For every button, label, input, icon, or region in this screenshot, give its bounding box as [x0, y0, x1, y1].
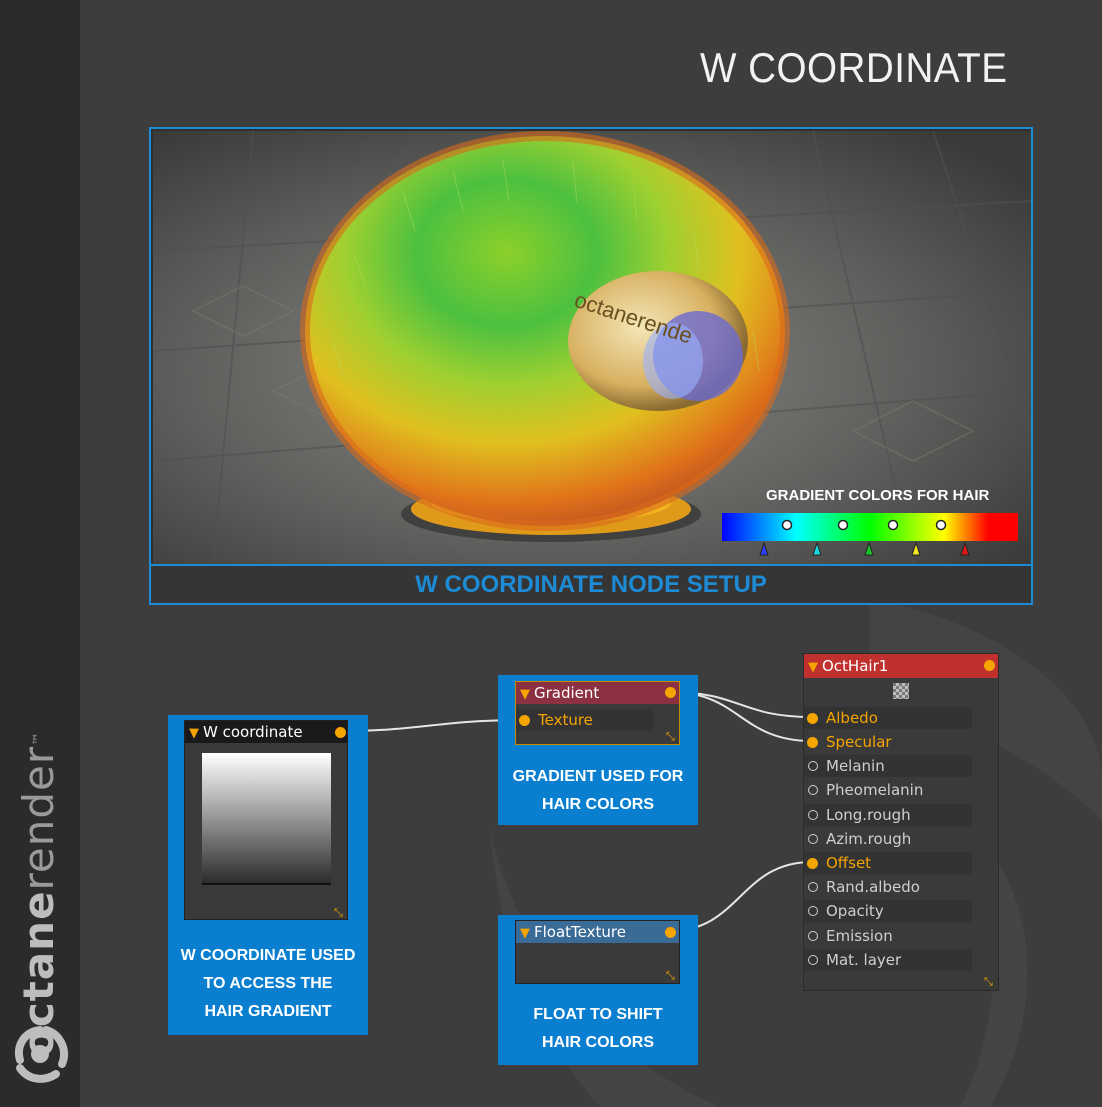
rand-albedo-port[interactable] [808, 882, 818, 892]
gradient-card: ▼ Gradient Texture ⤡ GRADIENT USED FOR HA… [498, 675, 698, 825]
pin-long-rough[interactable]: Long.rough [804, 804, 972, 826]
pin-label: Albedo [826, 709, 878, 727]
melanin-port[interactable] [808, 761, 818, 771]
expand-icon[interactable]: ⤡ [984, 976, 996, 988]
w-coordinate-card: ▼ W coordinate ⤡ W COORDINATE USED TO ACC… [168, 715, 368, 1035]
w-coordinate-caption-line-2: TO ACCESS THE [203, 975, 333, 992]
float-texture-node-header[interactable]: ▼ FloatTexture [516, 921, 679, 943]
pin-label: Azim.rough [826, 830, 912, 848]
pin-emission[interactable]: Emission [804, 925, 972, 947]
gradient-output-port[interactable] [665, 687, 676, 698]
pin-label: Long.rough [826, 806, 911, 824]
hair-gradient-bar [722, 513, 1018, 541]
opacity-port[interactable] [808, 906, 818, 916]
gradient-texture-pin[interactable]: Texture [516, 709, 654, 731]
w-coordinate-caption-line-1: W COORDINATE USED [180, 947, 356, 964]
expand-icon[interactable]: ⤡ [334, 907, 346, 919]
float-texture-caption-line-1: FLOAT TO SHIFT [533, 1006, 663, 1023]
octanerender-wordmark: octanerender™ [11, 731, 67, 1057]
w-coordinate-node[interactable]: ▼ W coordinate ⤡ [184, 720, 348, 920]
material-preview-icon [893, 683, 909, 699]
oct-hair-pin-list: Albedo Specular Melanin Pheomelanin Long… [804, 707, 1000, 973]
pin-opacity[interactable]: Opacity [804, 900, 972, 922]
collapse-triangle-icon[interactable]: ▼ [520, 684, 530, 706]
pin-rand-albedo[interactable]: Rand.albedo [804, 876, 972, 898]
emission-port[interactable] [808, 931, 818, 941]
float-texture-output-port[interactable] [665, 927, 676, 938]
octane-logo-icon [15, 1026, 68, 1083]
float-texture-caption-line-2: HAIR COLORS [542, 1034, 654, 1051]
pin-mat-layer[interactable]: Mat. layer [804, 949, 972, 971]
w-coordinate-node-header[interactable]: ▼ W coordinate [185, 721, 347, 743]
pin-label: Pheomelanin [826, 781, 924, 799]
gradient-colors-label: GRADIENT COLORS FOR HAIR [766, 487, 990, 504]
pin-offset[interactable]: Offset [804, 852, 972, 874]
gradient-node-title: Gradient [534, 684, 600, 702]
texture-pin-label: Texture [538, 711, 593, 729]
oct-hair-node-header[interactable]: ▼ OctHair1 [804, 654, 998, 678]
expand-icon[interactable]: ⤡ [666, 970, 678, 982]
w-coordinate-node-title: W coordinate [203, 723, 303, 741]
collapse-triangle-icon[interactable]: ▼ [189, 723, 199, 745]
mat-layer-port[interactable] [808, 955, 818, 965]
render-preview-frame: octanerende W COORDINATE NODE SETUP [149, 127, 1033, 605]
pin-albedo[interactable]: Albedo [804, 707, 972, 729]
pin-label: Opacity [826, 902, 884, 920]
oct-hair-node[interactable]: ▼ OctHair1 Albedo Specular Melanin Pheome… [803, 653, 999, 991]
trademark-mark: ™ [31, 730, 47, 746]
pin-label: Melanin [826, 757, 885, 775]
pin-label: Emission [826, 927, 893, 945]
pin-pheomelanin[interactable]: Pheomelanin [804, 779, 972, 801]
float-texture-node-title: FloatTexture [534, 923, 626, 941]
pheomelanin-port[interactable] [808, 785, 818, 795]
pin-melanin[interactable]: Melanin [804, 755, 972, 777]
oct-hair-node-title: OctHair1 [822, 657, 889, 675]
w-coordinate-preview [202, 753, 331, 885]
pin-label: Rand.albedo [826, 878, 920, 896]
pin-label: Offset [826, 854, 872, 872]
long-rough-port[interactable] [808, 810, 818, 820]
collapse-triangle-icon[interactable]: ▼ [808, 656, 818, 680]
float-texture-node[interactable]: ▼ FloatTexture ⤡ [515, 920, 680, 984]
pin-label: Mat. layer [826, 951, 902, 969]
w-coordinate-output-port[interactable] [335, 727, 346, 738]
pin-azim-rough[interactable]: Azim.rough [804, 828, 972, 850]
specular-port[interactable] [807, 737, 818, 748]
w-coordinate-caption-line-3: HAIR GRADIENT [204, 1003, 332, 1020]
collapse-triangle-icon[interactable]: ▼ [520, 923, 530, 945]
texture-input-port[interactable] [519, 715, 530, 726]
pin-label: Specular [826, 733, 892, 751]
render-caption: W COORDINATE NODE SETUP [151, 564, 1031, 603]
albedo-port[interactable] [807, 713, 818, 724]
gradient-caption-line-1: GRADIENT USED FOR [512, 768, 684, 785]
wordmark-light: render [14, 745, 63, 891]
azim-rough-port[interactable] [808, 834, 818, 844]
page-title: W COORDINATE [700, 44, 1008, 91]
oct-hair-output-port[interactable] [984, 660, 995, 671]
pin-specular[interactable]: Specular [804, 731, 972, 753]
offset-port[interactable] [807, 858, 818, 869]
gradient-caption-line-2: HAIR COLORS [542, 796, 654, 813]
gradient-node[interactable]: ▼ Gradient Texture ⤡ [515, 681, 680, 745]
expand-icon[interactable]: ⤡ [666, 731, 678, 743]
float-texture-card: ▼ FloatTexture ⤡ FLOAT TO SHIFT HAIR COLO… [498, 915, 698, 1065]
gradient-node-header[interactable]: ▼ Gradient [516, 682, 679, 704]
